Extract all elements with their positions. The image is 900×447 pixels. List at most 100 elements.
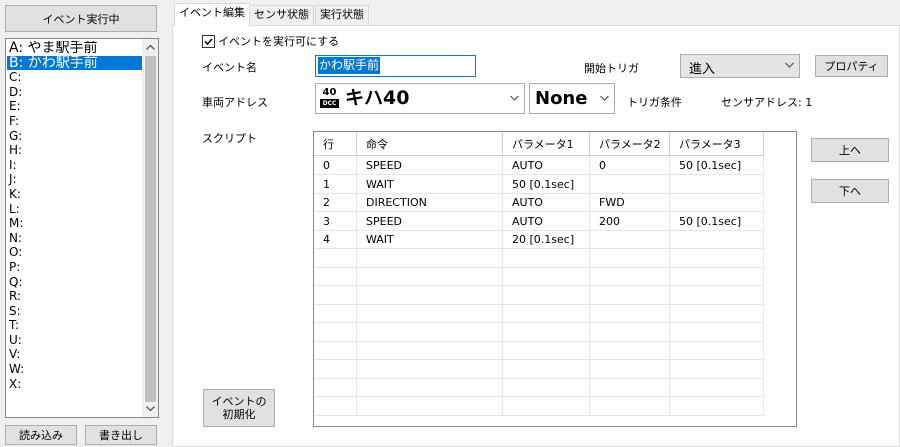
event-list-item[interactable]: E: xyxy=(7,99,145,114)
script-table-cell[interactable]: AUTO xyxy=(503,211,590,231)
script-table-row[interactable] xyxy=(314,304,774,323)
event-list-item[interactable]: P: xyxy=(7,260,145,275)
script-table-cell[interactable] xyxy=(670,248,764,268)
script-table-cell[interactable] xyxy=(314,378,357,397)
script-table-cell[interactable] xyxy=(670,193,764,212)
script-table-cell[interactable]: 4 xyxy=(314,230,357,249)
script-table-cell[interactable]: DIRECTION xyxy=(357,193,503,212)
script-table-cell[interactable] xyxy=(590,359,670,379)
script-table-cell[interactable] xyxy=(590,230,670,249)
script-column-header[interactable]: 命令 xyxy=(357,132,503,156)
event-list-item[interactable]: Q: xyxy=(7,275,145,290)
script-table-cell[interactable] xyxy=(357,322,503,342)
script-table-cell[interactable]: SPEED xyxy=(357,211,503,231)
event-list-item[interactable]: M: xyxy=(7,216,145,231)
enable-event-checkbox[interactable]: イベントを実行可にする xyxy=(202,34,339,48)
event-init-button[interactable]: イベントの 初期化 xyxy=(203,389,275,427)
script-table-row[interactable]: 4 WAIT 20 [0.1sec] xyxy=(314,230,774,249)
script-table-cell[interactable] xyxy=(503,285,590,305)
script-table-cell[interactable] xyxy=(314,304,357,323)
script-table-cell[interactable]: FWD xyxy=(590,193,670,212)
script-table-row[interactable] xyxy=(314,341,774,360)
script-table-cell[interactable] xyxy=(503,248,590,268)
script-table-cell[interactable] xyxy=(670,230,764,249)
script-table-cell[interactable] xyxy=(670,285,764,305)
script-column-header[interactable]: 行 xyxy=(314,132,357,156)
move-down-button[interactable]: 下へ xyxy=(811,179,889,203)
script-table-cell[interactable]: 20 [0.1sec] xyxy=(503,230,590,249)
script-table-cell[interactable] xyxy=(503,267,590,286)
script-table-cell[interactable] xyxy=(357,248,503,268)
load-button[interactable]: 読み込み xyxy=(5,425,77,445)
checkbox-checked-icon[interactable] xyxy=(202,34,215,48)
script-table-cell[interactable] xyxy=(503,396,590,416)
script-table[interactable]: 行命令 パラメータ1 パラメータ2 パラメータ3 0 SPEED AUTO 0 50 [0.1… xyxy=(313,131,797,427)
event-list-item[interactable]: D: xyxy=(7,85,145,100)
script-table-cell[interactable] xyxy=(590,285,670,305)
event-list-item[interactable]: U: xyxy=(7,333,145,348)
script-table-cell[interactable] xyxy=(357,341,503,360)
event-list-item[interactable]: F: xyxy=(7,114,145,129)
event-list-item[interactable]: I: xyxy=(7,158,145,173)
script-table-cell[interactable] xyxy=(590,341,670,360)
script-table-cell[interactable] xyxy=(314,285,357,305)
start-trigger-select[interactable]: 進入 xyxy=(680,54,800,78)
script-table-cell[interactable] xyxy=(314,248,357,268)
script-table-cell[interactable]: 3 xyxy=(314,211,357,231)
script-table-cell[interactable]: 2 xyxy=(314,193,357,212)
script-table-cell[interactable] xyxy=(590,322,670,342)
script-table-cell[interactable] xyxy=(357,304,503,323)
script-table-cell[interactable] xyxy=(670,267,764,286)
script-table-cell[interactable] xyxy=(670,322,764,342)
script-table-row[interactable] xyxy=(314,378,774,397)
script-column-header[interactable]: パラメータ2 xyxy=(590,132,670,156)
event-list-item[interactable]: K: xyxy=(7,187,145,202)
script-table-cell[interactable] xyxy=(590,304,670,323)
script-table-cell[interactable]: WAIT xyxy=(357,174,503,194)
script-table-row[interactable] xyxy=(314,396,774,416)
event-list-item[interactable]: H: xyxy=(7,143,145,158)
trigger-condition-select[interactable]: None xyxy=(529,83,615,114)
script-table-cell[interactable] xyxy=(670,359,764,379)
script-table-cell[interactable] xyxy=(357,396,503,416)
event-list-item[interactable]: B: かわ駅手前 xyxy=(7,55,145,71)
tab-sensor-status[interactable]: センサ状態 xyxy=(249,5,314,25)
event-list-item[interactable]: T: xyxy=(7,318,145,333)
script-table-cell[interactable] xyxy=(314,267,357,286)
script-table-cell[interactable]: 50 [0.1sec] xyxy=(503,174,590,194)
script-table-row[interactable] xyxy=(314,322,774,342)
script-table-cell[interactable] xyxy=(314,322,357,342)
script-table-cell[interactable]: SPEED xyxy=(357,156,503,175)
move-up-button[interactable]: 上へ xyxy=(811,138,889,162)
script-column-header[interactable]: パラメータ1 xyxy=(503,132,590,156)
event-list-item[interactable]: V: xyxy=(7,347,145,362)
script-table-cell[interactable] xyxy=(314,341,357,360)
script-table-row[interactable]: 2 DIRECTION AUTO FWD xyxy=(314,193,774,212)
script-table-cell[interactable] xyxy=(590,378,670,397)
event-running-button[interactable]: イベント実行中 xyxy=(5,5,157,32)
script-table-cell[interactable] xyxy=(590,248,670,268)
script-table-cell[interactable] xyxy=(503,322,590,342)
script-table-cell[interactable] xyxy=(503,359,590,379)
event-list-item[interactable]: N: xyxy=(7,231,145,246)
event-list-item[interactable]: J: xyxy=(7,172,145,187)
script-table-row[interactable]: 3 SPEED AUTO 200 50 [0.1sec] xyxy=(314,211,774,231)
script-table-cell[interactable] xyxy=(503,341,590,360)
script-table-cell[interactable] xyxy=(670,304,764,323)
script-table-cell[interactable]: WAIT xyxy=(357,230,503,249)
script-table-row[interactable] xyxy=(314,285,774,305)
script-table-row[interactable] xyxy=(314,359,774,379)
script-table-cell[interactable] xyxy=(314,359,357,379)
script-table-cell[interactable]: 0 xyxy=(314,156,357,175)
event-list-item[interactable]: W: xyxy=(7,362,145,377)
script-table-cell[interactable] xyxy=(670,396,764,416)
script-table-cell[interactable]: 50 [0.1sec] xyxy=(670,156,764,175)
event-list-item[interactable]: A: やま駅手前 xyxy=(7,41,145,56)
script-table-cell[interactable] xyxy=(357,267,503,286)
script-table-cell[interactable] xyxy=(590,396,670,416)
chevron-down-icon[interactable] xyxy=(142,401,158,417)
script-table-cell[interactable] xyxy=(590,267,670,286)
script-table-cell[interactable] xyxy=(314,396,357,416)
script-table-cell[interactable] xyxy=(357,378,503,397)
script-table-cell[interactable]: AUTO xyxy=(503,193,590,212)
